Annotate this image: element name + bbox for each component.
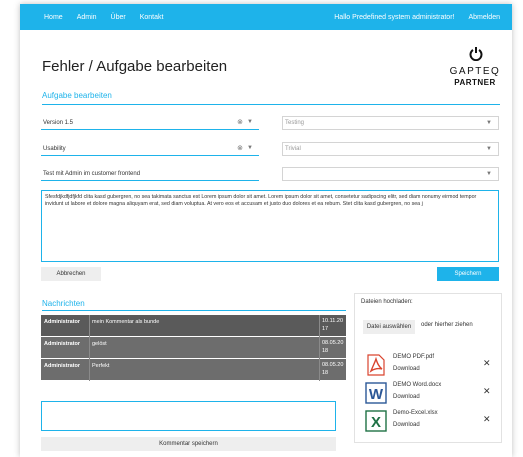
messages-divider bbox=[42, 310, 346, 311]
type-select[interactable]: Testing ▼ bbox=[282, 116, 499, 130]
file-item: DEMO PDF.pdf Download ✕ bbox=[365, 352, 499, 380]
chevron-down-icon[interactable]: ▼ bbox=[247, 145, 253, 151]
section-divider bbox=[42, 104, 500, 105]
file-name: Demo-Excel.xlsx bbox=[393, 410, 438, 416]
message-text: mein Kommentar als bunde bbox=[92, 319, 160, 325]
type-select-value: Testing bbox=[285, 120, 305, 126]
chevron-down-icon[interactable]: ▼ bbox=[486, 120, 492, 126]
table-row[interactable]: Administrator gelöst 08.05.20 18 bbox=[41, 337, 346, 359]
column-divider bbox=[319, 337, 320, 359]
logo-brand-text: GAPTEQ bbox=[449, 66, 501, 77]
pdf-icon bbox=[367, 354, 385, 376]
comment-textarea[interactable] bbox=[41, 401, 336, 431]
svg-text:W: W bbox=[369, 386, 384, 403]
save-button[interactable]: Speichern bbox=[437, 267, 499, 281]
download-link[interactable]: Download bbox=[393, 394, 420, 400]
nav-home-link[interactable]: Home bbox=[44, 14, 63, 21]
page-title: Fehler / Aufgabe bearbeiten bbox=[42, 58, 228, 75]
version-select-value: Version 1.5 bbox=[43, 119, 74, 126]
nav-contact-link[interactable]: Kontakt bbox=[140, 14, 164, 21]
file-item: X Demo-Excel.xlsx Download ✕ bbox=[365, 408, 499, 436]
assignee-select[interactable]: ▼ bbox=[282, 167, 499, 181]
nav-admin-link[interactable]: Admin bbox=[77, 14, 97, 21]
message-author: Administrator bbox=[44, 319, 81, 325]
close-icon[interactable]: ✕ bbox=[483, 386, 491, 397]
file-upload-panel: Dateien hochladen: Datei auswählen oder … bbox=[354, 293, 502, 443]
close-icon[interactable]: ✕ bbox=[483, 358, 491, 369]
message-date: 10.11.20 17 bbox=[322, 318, 344, 332]
download-link[interactable]: Download bbox=[393, 422, 420, 428]
nav-user-area: Hallo Predefined system administrator! A… bbox=[334, 4, 500, 30]
title-input[interactable]: Test mit Admin im customer frontend bbox=[41, 167, 259, 181]
clear-icon[interactable]: ⊗ bbox=[237, 118, 243, 126]
column-divider bbox=[89, 337, 90, 359]
chevron-down-icon[interactable]: ▼ bbox=[247, 119, 253, 125]
save-comment-button[interactable]: Kommentar speichern bbox=[41, 437, 336, 451]
table-row[interactable]: Administrator mein Kommentar als bunde 1… bbox=[41, 315, 346, 337]
message-date: 08.05.20 18 bbox=[322, 340, 344, 354]
version-select[interactable]: Version 1.5 ⊗ ▼ bbox=[41, 116, 259, 130]
edit-section-heading: Aufgabe bearbeiten bbox=[42, 91, 112, 100]
nav-links: Home Admin Über Kontakt bbox=[44, 4, 177, 30]
table-row[interactable]: Administrator Perfekt 08.05.20 18 bbox=[41, 359, 346, 381]
clear-icon[interactable]: ⊗ bbox=[237, 144, 243, 152]
column-divider bbox=[319, 315, 320, 337]
chevron-down-icon[interactable]: ▼ bbox=[486, 171, 492, 177]
messages-table: Administrator mein Kommentar als bunde 1… bbox=[41, 315, 346, 381]
word-icon: W bbox=[365, 382, 387, 404]
message-author: Administrator bbox=[44, 341, 81, 347]
user-greeting: Hallo Predefined system administrator! bbox=[334, 13, 455, 21]
power-icon bbox=[469, 47, 483, 61]
message-date: 08.05.20 18 bbox=[322, 362, 344, 376]
logo-partner-text: PARTNER bbox=[454, 78, 496, 87]
messages-heading: Nachrichten bbox=[42, 299, 85, 308]
gapteq-logo: GAPTEQ PARTNER bbox=[445, 44, 505, 94]
description-textarea[interactable]: Sfesfdjkdfjdfjkfd clita kasd gubergren, … bbox=[41, 190, 499, 262]
close-icon[interactable]: ✕ bbox=[483, 414, 491, 425]
app-window: Home Admin Über Kontakt Hallo Predefined… bbox=[20, 4, 512, 457]
choose-file-button[interactable]: Datei auswählen bbox=[363, 320, 415, 334]
top-navigation: Home Admin Über Kontakt Hallo Predefined… bbox=[20, 4, 512, 30]
logout-link[interactable]: Abmelden bbox=[468, 14, 500, 21]
column-divider bbox=[89, 359, 90, 381]
cancel-button[interactable]: Abbrechen bbox=[41, 267, 101, 281]
category-select-value: Usability bbox=[43, 145, 66, 152]
nav-about-link[interactable]: Über bbox=[111, 14, 126, 21]
download-link[interactable]: Download bbox=[393, 366, 420, 372]
chevron-down-icon[interactable]: ▼ bbox=[486, 146, 492, 152]
message-author: Administrator bbox=[44, 363, 81, 369]
column-divider bbox=[89, 315, 90, 337]
drop-zone-text[interactable]: oder hierher ziehen bbox=[421, 322, 473, 328]
file-name: DEMO PDF.pdf bbox=[393, 354, 435, 360]
message-text: gelöst bbox=[92, 341, 107, 347]
upload-title: Dateien hochladen: bbox=[361, 299, 413, 305]
category-select[interactable]: Usability ⊗ ▼ bbox=[41, 142, 259, 156]
column-divider bbox=[319, 359, 320, 381]
file-name: DEMO Word.docx bbox=[393, 382, 442, 388]
excel-icon: X bbox=[365, 410, 387, 432]
priority-select-value: Trivial bbox=[285, 146, 301, 152]
priority-select[interactable]: Trivial ▼ bbox=[282, 142, 499, 156]
title-input-value: Test mit Admin im customer frontend bbox=[43, 170, 141, 177]
svg-text:X: X bbox=[371, 414, 381, 431]
message-text: Perfekt bbox=[92, 363, 110, 369]
file-item: W DEMO Word.docx Download ✕ bbox=[365, 380, 499, 408]
